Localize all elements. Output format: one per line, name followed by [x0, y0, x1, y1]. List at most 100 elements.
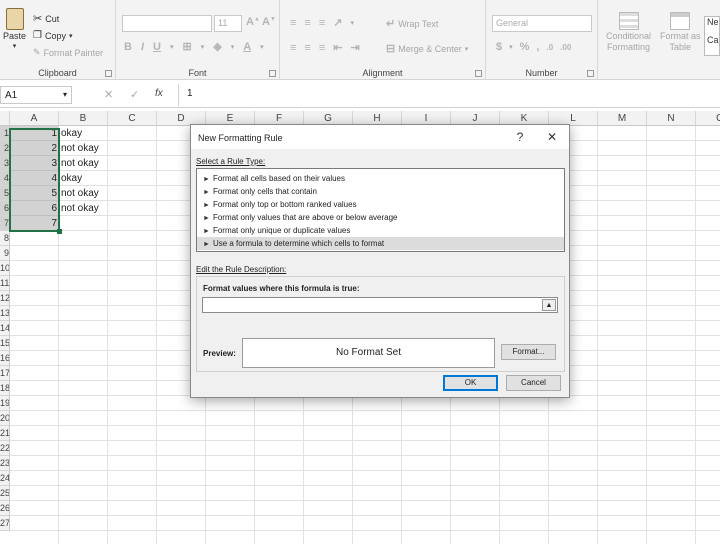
align-right-icon[interactable]: ≡ — [319, 42, 325, 54]
help-icon[interactable]: ? — [511, 130, 529, 144]
underline-icon[interactable]: U — [153, 41, 161, 53]
row-header[interactable]: 24 — [0, 471, 10, 486]
fill-handle[interactable] — [57, 229, 62, 234]
column-header[interactable]: N — [647, 111, 696, 126]
font-grow-button[interactable]: A▲ — [246, 16, 260, 28]
cut-button[interactable]: ✂ Cut — [33, 12, 59, 25]
close-icon[interactable]: ✕ — [543, 130, 561, 144]
select-all-corner[interactable] — [0, 111, 10, 126]
row-header[interactable]: 18 — [0, 381, 10, 396]
wrap-text-button[interactable]: ↵ Wrap Text — [386, 17, 438, 30]
row-header[interactable]: 12 — [0, 291, 10, 306]
font-size-combo[interactable]: 11 — [214, 15, 242, 32]
increase-indent-icon[interactable]: ⇥ — [350, 41, 359, 54]
merge-center-button[interactable]: ⊟ Merge & Center ▾ — [386, 42, 468, 55]
decrease-decimal-icon[interactable]: .00 — [560, 43, 571, 52]
format-as-table-button[interactable]: Format as Table — [660, 12, 701, 52]
row-header[interactable]: 16 — [0, 351, 10, 366]
font-style-buttons: B I U ▾ ⊞ ▾ ◈ ▾ A ▾ — [124, 40, 264, 54]
dialog-launcher-icon[interactable] — [587, 70, 594, 77]
row-header[interactable]: 9 — [0, 246, 10, 261]
dialog-launcher-icon[interactable] — [269, 70, 276, 77]
column-header[interactable]: O — [696, 111, 720, 126]
formula-bar: A1 ▾ ✕ ✓ fx 1 — [0, 82, 720, 108]
rule-type-label: Use a formula to determine which cells t… — [212, 239, 385, 248]
conditional-formatting-button[interactable]: Conditional Formatting — [606, 12, 651, 52]
rule-type-list[interactable]: ► Format all cells based on their values ►… — [196, 168, 565, 252]
dialog-launcher-icon[interactable] — [105, 70, 112, 77]
cell-styles-gallery[interactable]: Ne Ca — [704, 16, 720, 56]
borders-icon[interactable]: ⊞ — [182, 40, 191, 53]
column-header[interactable]: B — [59, 111, 108, 126]
copy-button[interactable]: ❐ Copy ▾ — [33, 30, 73, 41]
name-box[interactable]: A1 ▾ — [0, 86, 72, 104]
number-format-combo[interactable]: General — [492, 15, 592, 32]
row-header[interactable]: 22 — [0, 441, 10, 456]
collapse-dialog-icon[interactable]: ▲ — [542, 299, 556, 311]
italic-icon[interactable]: I — [141, 41, 144, 53]
format-button[interactable]: Format... — [501, 344, 556, 360]
select-rule-type-label: Select a Rule Type: — [196, 157, 266, 166]
align-center-icon[interactable]: ≡ — [304, 42, 310, 54]
edit-description-label: Edit the Rule Description: — [196, 265, 287, 274]
align-left-icon[interactable]: ≡ — [290, 42, 296, 54]
rule-type-label: Format only unique or duplicate values — [212, 226, 351, 235]
cell-b[interactable]: not okay — [60, 156, 109, 171]
paste-button[interactable]: Paste ▾ — [3, 8, 26, 50]
comma-icon[interactable]: , — [536, 41, 539, 53]
row-header[interactable]: 21 — [0, 426, 10, 441]
increase-decimal-icon[interactable]: .0 — [546, 43, 553, 52]
decrease-indent-icon[interactable]: ⇤ — [333, 41, 342, 54]
font-color-icon[interactable]: A — [243, 41, 251, 53]
row-header[interactable]: 17 — [0, 366, 10, 381]
cell-b[interactable]: not okay — [60, 201, 109, 216]
rule-type-item[interactable]: ► Format only top or bottom ranked values — [197, 198, 564, 211]
cell-b[interactable]: not okay — [60, 186, 109, 201]
column-header[interactable]: C — [108, 111, 157, 126]
cancel-button[interactable]: Cancel — [506, 375, 561, 391]
align-top-icon[interactable]: ≡ — [290, 17, 296, 29]
align-middle-icon[interactable]: ≡ — [304, 17, 310, 29]
row-header[interactable]: 25 — [0, 486, 10, 501]
row-header[interactable]: 8 — [0, 231, 10, 246]
cancel-icon[interactable]: ✕ — [104, 88, 113, 101]
row-header[interactable]: 20 — [0, 411, 10, 426]
formula-field[interactable]: ▲ — [202, 297, 558, 313]
font-label: Font — [188, 68, 207, 78]
preview-label: Preview: — [203, 349, 236, 358]
cell-b[interactable]: okay — [60, 126, 109, 141]
font-name-combo[interactable] — [122, 15, 212, 32]
dialog-launcher-icon[interactable] — [475, 70, 482, 77]
format-painter-button[interactable]: ✎ Format Painter — [33, 47, 103, 58]
ok-button[interactable]: OK — [443, 375, 498, 391]
rule-type-item[interactable]: ► Format only cells that contain — [197, 185, 564, 198]
cell-b[interactable]: okay — [60, 171, 109, 186]
bold-icon[interactable]: B — [124, 41, 132, 53]
column-header[interactable]: A — [10, 111, 59, 126]
fill-color-icon[interactable]: ◈ — [213, 40, 221, 53]
row-header[interactable]: 23 — [0, 456, 10, 471]
row-header[interactable]: 13 — [0, 306, 10, 321]
enter-icon[interactable]: ✓ — [130, 88, 139, 101]
row-header[interactable]: 15 — [0, 336, 10, 351]
rule-type-item[interactable]: ► Format only values that are above or be… — [197, 211, 564, 224]
orientation-icon[interactable]: ↗ — [333, 16, 342, 29]
align-bottom-icon[interactable]: ≡ — [319, 17, 325, 29]
cell-b[interactable]: not okay — [60, 141, 109, 156]
rule-type-item[interactable]: ► Format only unique or duplicate values — [197, 224, 564, 237]
row-header[interactable]: 11 — [0, 276, 10, 291]
row-header[interactable]: 10 — [0, 261, 10, 276]
currency-icon[interactable]: $ — [496, 41, 502, 53]
row-header[interactable]: 14 — [0, 321, 10, 336]
row-header[interactable]: 26 — [0, 501, 10, 516]
row-header[interactable]: 19 — [0, 396, 10, 411]
font-shrink-button[interactable]: A▼ — [262, 16, 276, 28]
rule-type-item[interactable]: ► Use a formula to determine which cells … — [197, 237, 564, 250]
formula-input[interactable]: 1 — [178, 84, 718, 106]
column-header[interactable]: M — [598, 111, 647, 126]
row-header[interactable]: 27 — [0, 516, 10, 531]
cell-b[interactable] — [60, 216, 109, 231]
insert-function-icon[interactable]: fx — [155, 88, 163, 99]
rule-type-item[interactable]: ► Format all cells based on their values — [197, 172, 564, 185]
percent-icon[interactable]: % — [520, 41, 530, 53]
